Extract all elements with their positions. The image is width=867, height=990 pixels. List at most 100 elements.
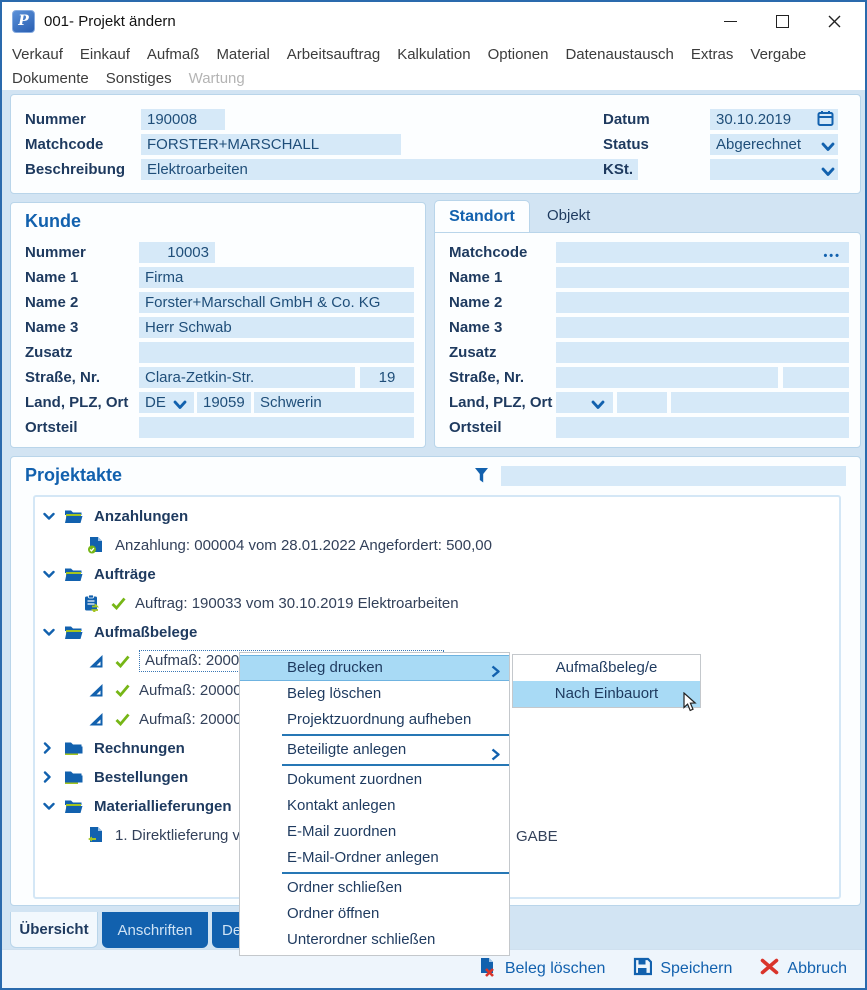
filter-icon[interactable] [473, 466, 490, 490]
menu-aufmass[interactable]: Aufmaß [147, 46, 200, 63]
context-menu-item-unterordner-schliessen[interactable]: Unterordner schließen [240, 927, 509, 953]
menu-kalkulation[interactable]: Kalkulation [397, 46, 470, 63]
kunde-nummer-field[interactable]: 10003 [139, 242, 215, 263]
kunde-name2-field[interactable]: Forster+Marschall GmbH & Co. KG [139, 292, 414, 313]
chevron-down-icon[interactable] [821, 164, 835, 174]
beschreibung-field[interactable]: Elektroarbeiten [141, 159, 638, 180]
standort-matchcode-field[interactable]: ••• [556, 242, 849, 263]
filter-input[interactable] [501, 466, 846, 486]
standort-hausnr-field[interactable] [783, 367, 849, 388]
standort-zusatz-field[interactable] [556, 342, 849, 363]
abbruch-button[interactable]: Abbruch [760, 958, 847, 980]
standort-name1-field[interactable] [556, 267, 849, 288]
kunde-ort-field[interactable]: Schwerin [254, 392, 414, 413]
check-icon [115, 655, 130, 668]
close-icon[interactable] [827, 14, 841, 28]
standort-name2-field[interactable] [556, 292, 849, 313]
context-menu-item-beteiligte-anlegen[interactable]: Beteiligte anlegen [240, 737, 509, 763]
menu-vergabe[interactable]: Vergabe [750, 46, 806, 63]
folder-open-icon [64, 509, 83, 524]
chevron-right-icon[interactable] [43, 771, 55, 783]
context-menu-item-kontakt-anlegen[interactable]: Kontakt anlegen [240, 793, 509, 819]
tab-objekt[interactable]: Objekt [547, 207, 590, 224]
tree-item-aufmass-3[interactable]: Aufmaß: 20000 [88, 708, 242, 730]
kunde-strasse-field[interactable]: Clara-Zetkin-Str. [139, 367, 355, 388]
setsquare-icon [88, 683, 104, 698]
chevron-right-icon[interactable] [43, 742, 55, 754]
status-dropdown[interactable]: Abgerechnet [710, 134, 838, 155]
app-icon: P [12, 10, 35, 33]
tree-folder-anzahlungen[interactable]: Anzahlungen [43, 505, 188, 527]
tree-item-anzahlung[interactable]: Anzahlung: 000004 vom 28.01.2022 Angefor… [87, 534, 492, 556]
menu-sonstiges[interactable]: Sonstiges [106, 70, 172, 87]
context-menu-item-dokument-zuordnen[interactable]: Dokument zuordnen [240, 767, 509, 793]
standort-ort-field[interactable] [671, 392, 849, 413]
standort-plz-field[interactable] [617, 392, 667, 413]
context-menu-item-beleg-drucken[interactable]: Beleg drucken [240, 655, 509, 681]
nummer-field[interactable]: 190008 [141, 109, 225, 130]
standort-name3-label: Name 3 [449, 319, 502, 336]
matchcode-field[interactable]: FORSTER+MARSCHALL [141, 134, 401, 155]
kst-label: KSt. [603, 161, 633, 178]
beleg-loeschen-button[interactable]: Beleg löschen [478, 957, 606, 982]
tree-item-auftrag[interactable]: Auftrag: 190033 vom 30.10.2019 Elektroar… [83, 592, 459, 614]
chevron-down-icon[interactable] [821, 139, 835, 149]
submenu-item-nach-einbauort[interactable]: Nach Einbauort [513, 681, 700, 707]
menu-datenaustausch[interactable]: Datenaustausch [565, 46, 673, 63]
kunde-zusatz-field[interactable] [139, 342, 414, 363]
menu-material[interactable]: Material [216, 46, 269, 63]
chevron-down-icon[interactable] [43, 626, 55, 638]
tab-uebersicht[interactable]: Übersicht [10, 912, 98, 948]
tree-folder-aufmassbelege[interactable]: Aufmaßbelege [43, 621, 197, 643]
context-menu-item-ordner-schliessen[interactable]: Ordner schließen [240, 875, 509, 901]
tree-folder-materiallieferungen[interactable]: Materiallieferungen [43, 795, 232, 817]
standort-ortsteil-field[interactable] [556, 417, 849, 438]
menu-extras[interactable]: Extras [691, 46, 734, 63]
standort-land-label: Land, PLZ, Ort [449, 394, 552, 411]
chevron-down-icon[interactable] [591, 397, 605, 407]
tree-item-aufmass-2[interactable]: Aufmaß: 20000 [88, 679, 242, 701]
projektakte-title: Projektakte [25, 465, 122, 486]
check-icon [111, 597, 126, 610]
ellipsis-icon[interactable]: ••• [823, 246, 841, 263]
chevron-down-icon[interactable] [43, 568, 55, 580]
kunde-plz-field[interactable]: 19059 [197, 392, 251, 413]
chevron-down-icon[interactable] [43, 800, 55, 812]
standort-matchcode-label: Matchcode [449, 244, 527, 261]
menu-dokumente[interactable]: Dokumente [12, 70, 89, 87]
maximize-icon[interactable] [775, 14, 789, 28]
standort-strasse-field[interactable] [556, 367, 778, 388]
clipboard-icon [83, 594, 100, 612]
app-window: P 001- Projekt ändern Verkauf Einkauf Au… [0, 0, 867, 990]
tab-anschriften[interactable]: Anschriften [102, 912, 208, 948]
tree-item-direktlieferung[interactable]: 1. Direktlieferung vo [87, 824, 248, 846]
standort-zusatz-label: Zusatz [449, 344, 497, 361]
speichern-button[interactable]: Speichern [633, 957, 732, 981]
menu-verkauf[interactable]: Verkauf [12, 46, 63, 63]
menu-optionen[interactable]: Optionen [488, 46, 549, 63]
context-menu-item-beleg-loeschen[interactable]: Beleg löschen [240, 681, 509, 707]
context-menu-item-ordner-oeffnen[interactable]: Ordner öffnen [240, 901, 509, 927]
tree-folder-bestellungen[interactable]: Bestellungen [43, 766, 188, 788]
submenu-item-aufmassbeleg[interactable]: Aufmaßbeleg/e [513, 655, 700, 681]
menu-einkauf[interactable]: Einkauf [80, 46, 130, 63]
context-menu-item-email-zuordnen[interactable]: E-Mail zuordnen [240, 819, 509, 845]
chevron-down-icon[interactable] [173, 397, 187, 407]
tree-folder-auftraege[interactable]: Aufträge [43, 563, 156, 585]
kunde-name3-label: Name 3 [25, 319, 78, 336]
kunde-name1-field[interactable]: Firma [139, 267, 414, 288]
standort-name3-field[interactable] [556, 317, 849, 338]
kunde-name3-field[interactable]: Herr Schwab [139, 317, 414, 338]
minimize-icon[interactable] [723, 14, 737, 28]
menu-wartung: Wartung [189, 70, 245, 87]
menu-arbeitsauftrag[interactable]: Arbeitsauftrag [287, 46, 380, 63]
kst-dropdown[interactable] [710, 159, 838, 180]
context-menu-item-projektzuordnung[interactable]: Projektzuordnung aufheben [240, 707, 509, 733]
kunde-ortsteil-field[interactable] [139, 417, 414, 438]
chevron-down-icon[interactable] [43, 510, 55, 522]
tree-folder-rechnungen[interactable]: Rechnungen [43, 737, 185, 759]
context-menu-item-email-ordner-anlegen[interactable]: E-Mail-Ordner anlegen [240, 845, 509, 871]
tab-standort[interactable]: Standort [434, 200, 530, 233]
calendar-icon[interactable] [817, 110, 834, 132]
kunde-hausnr-field[interactable]: 19 [360, 367, 414, 388]
